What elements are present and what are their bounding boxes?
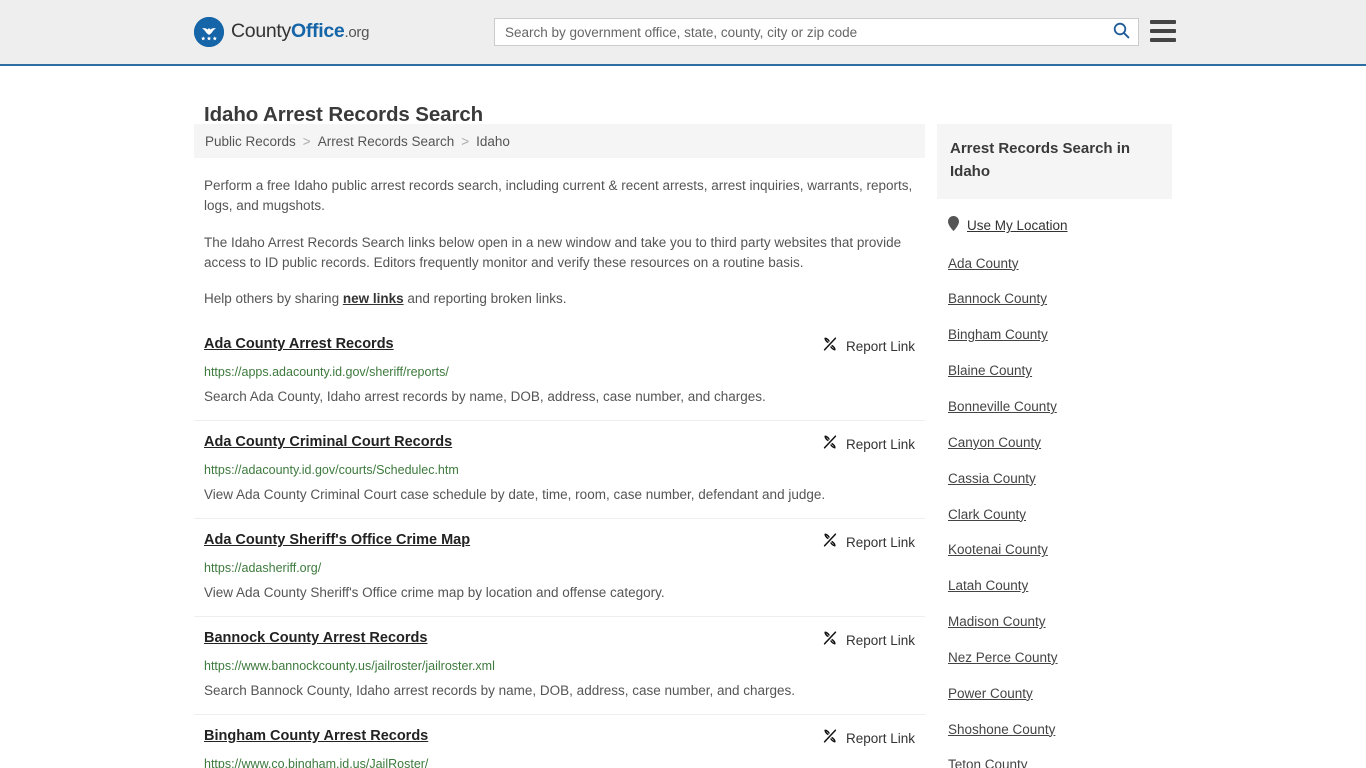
report-link-label: Report Link <box>845 339 915 355</box>
sidebar: Arrest Records Search in Idaho Use My Lo… <box>937 124 1172 768</box>
intro-paragraph-1: Perform a free Idaho public arrest recor… <box>204 178 913 213</box>
result-title-link[interactable]: Bannock County Arrest Records <box>204 629 427 647</box>
county-link[interactable]: Kootenai County <box>937 542 1172 558</box>
sidebar-header-box: Arrest Records Search in Idaho <box>937 124 1172 199</box>
county-link[interactable]: Cassia County <box>937 471 1172 487</box>
broken-link-icon <box>822 434 838 455</box>
county-link[interactable]: Teton County <box>937 758 1172 768</box>
county-link[interactable]: Bonneville County <box>937 399 1172 415</box>
breadcrumb-separator: > <box>302 133 311 149</box>
result-description: Search Bannock County, Idaho arrest reco… <box>204 682 796 698</box>
breadcrumb: Public Records > Arrest Records Search >… <box>194 124 925 158</box>
results-list: Ada County Arrest Records Report Link http… <box>194 323 925 768</box>
intro-text: Perform a free Idaho public arrest recor… <box>194 158 925 309</box>
result-url: https://adacounty.id.gov/courts/Schedule… <box>204 463 459 478</box>
county-link[interactable]: Shoshone County <box>937 722 1172 738</box>
report-link-label: Report Link <box>845 730 915 746</box>
broken-link-icon <box>822 728 838 749</box>
result-title-link[interactable]: Ada County Sheriff's Office Crime Map <box>204 531 470 549</box>
search-icon <box>1113 22 1130 42</box>
county-link[interactable]: Bannock County <box>937 292 1172 307</box>
breadcrumb-item-idaho: Idaho <box>476 133 510 149</box>
result-header: Bingham County Arrest Records Report Link <box>204 727 915 749</box>
logo-wordmark: CountyOffice.org <box>231 22 369 42</box>
logo-text-org: .org <box>344 24 370 42</box>
breadcrumb-item-arrest-records-search[interactable]: Arrest Records Search <box>318 134 455 149</box>
site-logo[interactable]: CountyOffice.org <box>194 17 369 47</box>
result-title-link[interactable]: Ada County Criminal Court Records <box>204 433 452 451</box>
sidebar-county-list: Use My Location Ada County Bannock County… <box>937 215 1172 768</box>
county-link[interactable]: Power County <box>937 686 1172 702</box>
county-links: Ada County Bannock County Bingham County Bl… <box>937 256 1172 768</box>
new-links-link[interactable]: new links <box>343 291 404 306</box>
county-link[interactable]: Nez Perce County <box>937 650 1172 666</box>
result-description: Search Ada County, Idaho arrest records … <box>204 389 766 405</box>
result-title-link[interactable]: Bingham County Arrest Records <box>204 727 428 745</box>
intro-paragraph-3: Help others by sharing new links and rep… <box>204 272 915 309</box>
result-header: Bannock County Arrest Records Report Link <box>204 629 915 651</box>
broken-link-icon <box>822 532 838 553</box>
sidebar-title: Arrest Records Search in Idaho <box>950 140 1131 180</box>
county-link[interactable]: Latah County <box>937 578 1172 594</box>
result-header: Ada County Sheriff's Office Crime Map Rep… <box>204 531 915 553</box>
search-button[interactable] <box>1104 19 1138 45</box>
eagle-seal-icon <box>194 17 224 47</box>
breadcrumb-item-public-records[interactable]: Public Records <box>205 134 296 149</box>
county-link[interactable]: Bingham County <box>937 327 1172 343</box>
search-bar[interactable] <box>494 18 1139 46</box>
report-link-button[interactable]: Report Link <box>806 336 915 357</box>
report-link-button[interactable]: Report Link <box>806 728 915 749</box>
broken-link-icon <box>822 630 838 651</box>
hamburger-bar-1 <box>1150 20 1176 24</box>
use-my-location-label: Use My Location <box>967 218 1068 234</box>
broken-link-icon <box>822 336 838 357</box>
result-url: https://apps.adacounty.id.gov/sheriff/re… <box>204 365 449 380</box>
site-header: CountyOffice.org <box>0 0 1366 66</box>
report-link-button[interactable]: Report Link <box>806 630 915 651</box>
result-header: Ada County Criminal Court Records Report … <box>204 433 915 455</box>
result-description: View Ada County Criminal Court case sche… <box>204 487 826 503</box>
county-link[interactable]: Clark County <box>937 507 1172 523</box>
map-pin-icon <box>948 215 959 236</box>
result-item: Ada County Arrest Records Report Link http… <box>194 323 925 422</box>
result-title-link[interactable]: Ada County Arrest Records <box>204 335 394 353</box>
hamburger-bar-3 <box>1150 38 1176 42</box>
hamburger-menu-icon[interactable] <box>1150 20 1176 42</box>
report-link-button[interactable]: Report Link <box>806 532 915 553</box>
logo-text-office: Office <box>291 20 345 43</box>
report-link-button[interactable]: Report Link <box>806 434 915 455</box>
result-header: Ada County Arrest Records Report Link <box>204 335 915 357</box>
breadcrumb-separator: > <box>461 133 470 149</box>
result-item: Ada County Criminal Court Records Report … <box>194 421 925 520</box>
result-item: Bannock County Arrest Records Report Link… <box>194 617 925 715</box>
use-my-location-button[interactable]: Use My Location <box>937 215 1172 236</box>
intro-p3-before: Help others by sharing <box>204 291 343 307</box>
main-content-column: Public Records > Arrest Records Search >… <box>194 124 925 768</box>
result-url: https://www.bannockcounty.us/jailroster/… <box>204 658 495 673</box>
report-link-label: Report Link <box>845 437 915 453</box>
result-item: Ada County Sheriff's Office Crime Map Rep… <box>194 519 925 617</box>
report-link-label: Report Link <box>845 535 915 551</box>
search-input[interactable] <box>495 19 1104 45</box>
result-item: Bingham County Arrest Records Report Link… <box>194 715 925 768</box>
county-link[interactable]: Canyon County <box>937 435 1172 451</box>
county-link[interactable]: Ada County <box>937 256 1172 272</box>
logo-text-county: County <box>231 20 291 43</box>
report-link-label: Report Link <box>845 632 915 648</box>
intro-p3-after: and reporting broken links. <box>403 291 567 307</box>
county-link[interactable]: Madison County <box>937 614 1172 630</box>
result-description: View Ada County Sheriff's Office crime m… <box>204 585 665 601</box>
result-url: https://www.co.bingham.id.us/JailRoster/ <box>204 756 429 768</box>
hamburger-bar-2 <box>1150 29 1176 33</box>
county-link[interactable]: Blaine County <box>937 363 1172 379</box>
result-url: https://adasheriff.org/ <box>204 561 322 576</box>
intro-paragraph-2: The Idaho Arrest Records Search links be… <box>204 234 902 270</box>
